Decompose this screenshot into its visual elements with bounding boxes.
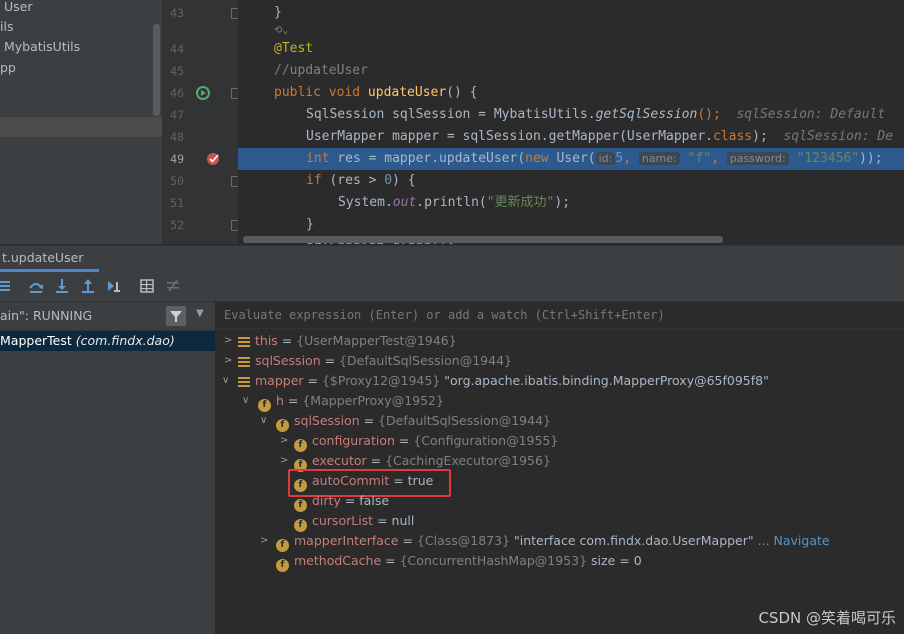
breakpoint-icon[interactable] (206, 152, 222, 166)
code-line-45: //updateUser (274, 63, 368, 78)
collapse-arrow-icon[interactable]: ∨ (242, 395, 249, 406)
expand-arrow-icon[interactable]: > (260, 535, 268, 546)
filter-icon (170, 311, 182, 322)
run-to-cursor-icon[interactable] (106, 278, 122, 294)
code-line-51: System.out.println("更新成功"); (338, 195, 571, 210)
frames-panel (0, 302, 216, 634)
evaluate-expression-input[interactable]: Evaluate expression (Enter) or add a wat… (216, 302, 904, 329)
debug-tab-bar (0, 245, 904, 272)
project-tree: User ils MybatisUtils pp (0, 0, 162, 244)
var-mapperinterface[interactable]: f mapperInterface = {Class@1873} "interfa… (276, 531, 830, 552)
step-out-icon[interactable] (80, 278, 96, 294)
trace-icon[interactable] (166, 278, 182, 294)
chevron-down-icon[interactable]: ▼ (196, 308, 204, 319)
tree-item-app[interactable]: pp (0, 58, 16, 78)
watermark: CSDN @笑着喝可乐 (758, 609, 896, 627)
var-h[interactable]: fh = {MapperProxy@1952} (258, 391, 444, 412)
tree-item-user[interactable]: User (4, 0, 33, 17)
line-number: 46 (170, 86, 184, 100)
field-lines-icon (238, 375, 250, 388)
line-number: 51 (170, 196, 184, 210)
step-over-icon[interactable] (28, 278, 44, 294)
navigate-link[interactable]: ... Navigate (758, 533, 830, 548)
evaluate-placeholder: Evaluate expression (Enter) or add a wat… (224, 308, 665, 322)
code-line-50: if (res > 0) { (306, 173, 416, 188)
filter-button[interactable] (166, 306, 186, 326)
project-scrollbar[interactable] (153, 24, 160, 116)
debug-toolbar (0, 272, 904, 302)
var-sqlsession[interactable]: sqlSession = {DefaultSqlSession@1944} (238, 351, 512, 371)
line-number: 45 (170, 64, 184, 78)
code-lines: } ⟲⌄ @Test //updateUser public void upda… (238, 0, 904, 244)
var-cursorlist[interactable]: f cursorList = null (294, 511, 414, 532)
frame-item-selected[interactable]: MapperTest (com.findx.dao) (0, 331, 215, 351)
code-line-48: UserMapper mapper = sqlSession.getMapper… (306, 129, 894, 144)
line-number: 48 (170, 130, 184, 144)
run-test-icon[interactable] (196, 86, 210, 100)
menu-icon[interactable] (0, 278, 16, 294)
debug-tab-updateuser[interactable]: t.updateUser (0, 245, 99, 272)
tree-item-utils[interactable]: ils (0, 17, 13, 37)
var-mapper[interactable]: mapper = {$Proxy12@1945} "org.apache.iba… (238, 371, 769, 391)
var-h-sqlsession[interactable]: f sqlSession = {DefaultSqlSession@1944} (276, 411, 551, 432)
var-this[interactable]: this = {UserMapperTest@1946} (238, 331, 457, 351)
thread-label: ain": RUNNING (0, 308, 93, 323)
field-lines-icon (238, 355, 250, 368)
var-executor[interactable]: f executor = {CachingExecutor@1956} (294, 451, 551, 472)
code-line-49: int res = mapper.updateUser(new User(id:… (306, 151, 883, 166)
code-line-52: } (306, 217, 314, 232)
field-icon: f (258, 399, 271, 412)
code-line-44: @Test (274, 41, 314, 56)
tree-item-mybatisutils[interactable]: MybatisUtils (4, 37, 80, 57)
frame-class: MapperTest (0, 333, 72, 348)
line-number: 44 (170, 42, 184, 56)
field-icon: f (276, 419, 289, 432)
var-dirty[interactable]: f dirty = false (294, 491, 389, 512)
expand-arrow-icon[interactable]: > (280, 435, 288, 446)
line-number: 50 (170, 174, 184, 188)
collapse-arrow-icon[interactable]: ∨ (260, 415, 267, 426)
line-number: 43 (170, 6, 184, 20)
tree-selected-row[interactable] (0, 117, 162, 137)
expand-arrow-icon[interactable]: > (224, 335, 232, 346)
code-line-46: public void updateUser() { (274, 85, 478, 100)
code-line-47: SqlSession sqlSession = MybatisUtils.get… (306, 107, 886, 122)
collapse-arrow-icon[interactable]: ∨ (222, 375, 229, 386)
frame-package: (com.findx.dao) (75, 333, 175, 348)
step-into-icon[interactable] (54, 278, 70, 294)
line-number: 47 (170, 108, 184, 122)
line-number: 52 (170, 218, 184, 232)
field-icon: f (276, 559, 289, 572)
evaluate-table-icon[interactable] (140, 278, 156, 294)
editor-horizontal-scrollbar[interactable] (243, 236, 723, 243)
var-configuration[interactable]: f configuration = {Configuration@1955} (294, 431, 558, 452)
var-methodcache[interactable]: f methodCache = {ConcurrentHashMap@1953} … (276, 551, 642, 572)
expand-arrow-icon[interactable]: > (224, 355, 232, 366)
line-number-current: 49 (170, 152, 184, 166)
field-lines-icon (238, 335, 250, 348)
expand-arrow-icon[interactable]: > (280, 455, 288, 466)
